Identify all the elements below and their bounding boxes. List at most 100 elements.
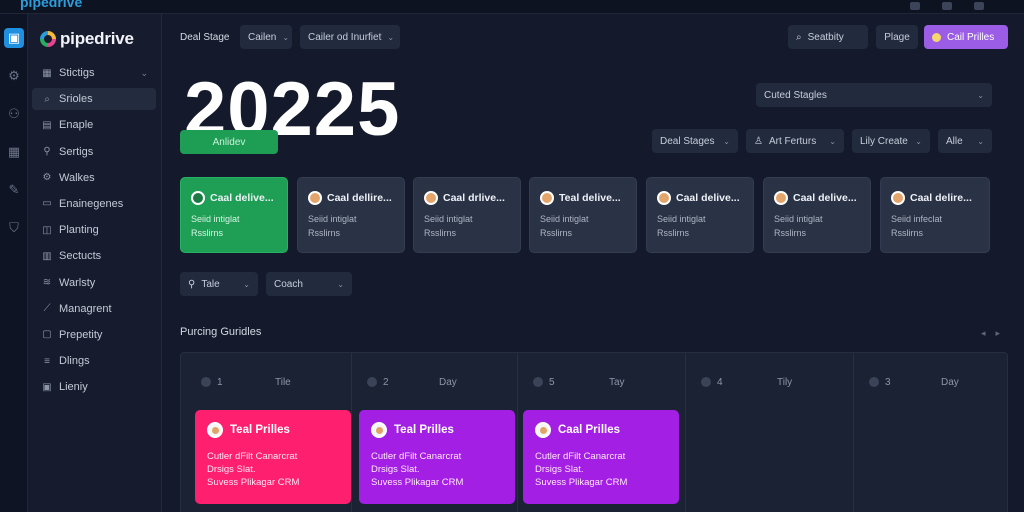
sidebar-item-srioles[interactable]: ⌕ Srioles xyxy=(32,88,156,111)
chevron-down-icon: ⌄ xyxy=(829,136,836,146)
page-button[interactable]: Plage xyxy=(876,25,918,49)
page-button-label: Plage xyxy=(884,31,910,43)
menu-icon[interactable] xyxy=(974,2,984,10)
deal-card[interactable]: Caal delire... Seiid infeclat Rsslirns xyxy=(880,177,990,253)
deal-card[interactable]: Caal dellire... Seiid intiglat Rsslirns xyxy=(297,177,405,253)
column-header[interactable]: 4 Tily xyxy=(701,367,841,397)
search-label: Seatbity xyxy=(807,31,844,43)
plus-icon xyxy=(932,32,941,42)
sidebar-item-sectucts[interactable]: ▥ Sectucts xyxy=(32,245,156,267)
card-line-1: Seiid intiglat xyxy=(191,214,240,224)
chevron-down-icon: ⌄ xyxy=(140,67,148,78)
column-divider xyxy=(517,353,518,512)
arrow-left-icon[interactable]: ◂ xyxy=(981,328,986,339)
sidebar-item-warlsty[interactable]: ≋ Warlsty xyxy=(32,272,156,294)
gear-icon[interactable]: ⚙ xyxy=(4,66,24,86)
shield-icon[interactable]: ⛉ xyxy=(4,218,24,238)
avatar xyxy=(891,191,905,205)
grid-icon: ▦ xyxy=(42,67,52,79)
card-line-1: Seiid intiglat xyxy=(774,214,823,224)
sidebar-item-walkes[interactable]: ⚙ Walkes xyxy=(32,167,156,189)
lily-create-dropdown[interactable]: Lily Create ⌄ xyxy=(852,129,930,153)
sidebar-item-planting[interactable]: ◫ Planting xyxy=(32,219,156,241)
green-action-button[interactable]: Anlidev xyxy=(180,130,278,154)
grid-icon[interactable]: ▦ xyxy=(4,142,24,162)
avatar xyxy=(535,422,551,438)
sorted-stages-dropdown[interactable]: Cuted Stagles ⌄ xyxy=(756,83,992,107)
sidebar-item-dlings[interactable]: ≡ Dlings xyxy=(32,350,156,372)
sidebar-item-label: Sectucts xyxy=(59,250,102,263)
deal-card[interactable]: Caal drlive... Seiid intiglat Rsslirns xyxy=(413,177,521,253)
sidebar-item-lieniy[interactable]: ▣ Lieniy xyxy=(32,376,156,398)
sidebar-item-enaple[interactable]: ▤ Enaple xyxy=(32,114,156,136)
sidebar-item-managrent[interactable]: ⟋ Managrent xyxy=(32,298,156,320)
deal-tile[interactable]: Teal Prilles Cutler dFilt Canarcrat Drsi… xyxy=(195,410,351,504)
deal-card[interactable]: Caal delive... Seiid intiglat Rsslirns xyxy=(646,177,754,253)
deal-line-2: Drsigs Slat. xyxy=(535,464,584,475)
chevron-down-icon: ⌄ xyxy=(387,32,395,42)
arrow-right-icon[interactable]: ▸ xyxy=(995,328,1000,339)
tale-dropdown[interactable]: ⚲ Tale ⌄ xyxy=(180,272,258,296)
card-line-2: Rsslirns xyxy=(657,228,690,238)
chevron-down-icon: ⌄ xyxy=(977,90,984,100)
sidebar-item-stictigs[interactable]: ▦ Stictigs ⌄ xyxy=(32,62,156,84)
user-icon[interactable] xyxy=(942,2,952,10)
stage-dot-icon xyxy=(201,377,211,387)
column-label: Day xyxy=(941,376,959,388)
column-header[interactable]: 2 Day xyxy=(367,367,507,397)
filter-dropdown-2[interactable]: Cailer od Inurfiet ⌄ xyxy=(300,25,400,49)
avatar xyxy=(424,191,438,205)
sidebar-item-sertigs[interactable]: ⚲ Sertigs xyxy=(32,141,156,163)
search-box[interactable]: ⌕ Seatbity xyxy=(788,25,868,49)
search-icon[interactable] xyxy=(910,2,920,10)
wifi-icon: ≋ xyxy=(42,277,52,288)
gear-icon: ⚙ xyxy=(42,172,52,184)
deal-stages-dropdown[interactable]: Deal Stages ⌄ xyxy=(652,129,738,153)
search-icon: ⌕ xyxy=(796,31,802,43)
filter-dropdown-1[interactable]: Cailen ⌄ xyxy=(240,25,292,49)
brand-logo[interactable]: pipedrive xyxy=(40,28,134,50)
stage-dot-icon xyxy=(367,377,377,387)
coach-label: Coach xyxy=(274,278,303,290)
sidebar: pipedrive ▦ Stictigs ⌄ ⌕ Srioles ▤ Enapl… xyxy=(28,14,162,512)
deal-cards-row: Caal delive... Seiid intiglat Rsslirns C… xyxy=(180,177,992,255)
deal-title: Caal Prilles xyxy=(558,424,621,436)
chevron-down-icon: ⌄ xyxy=(915,136,922,146)
column-label: Day xyxy=(439,376,457,388)
avatar xyxy=(774,191,788,205)
sidebar-item-label: Prepetity xyxy=(59,328,103,341)
deal-card[interactable]: Teal delive... Seiid intiglat Rsslirns xyxy=(529,177,637,253)
column-header[interactable]: 3 Day xyxy=(869,367,999,397)
stage-dot-icon xyxy=(533,377,543,387)
pipeline-board: 1 Tile 2 Day 5 Tay 4 Tily 3 Day Teal Pri… xyxy=(180,352,1008,512)
card-line-2: Rsslirns xyxy=(308,228,341,238)
people-icon[interactable]: ⚇ xyxy=(4,104,24,124)
sidebar-item-enainegenes[interactable]: ▭ Enainegenes xyxy=(32,193,156,215)
avatar xyxy=(191,191,205,205)
primary-button[interactable]: Cail Prilles xyxy=(924,25,1008,49)
avatar xyxy=(207,422,223,438)
alle-dropdown[interactable]: Alle ⌄ xyxy=(938,129,992,153)
deal-tile[interactable]: Teal Prilles Cutler dFilt Canarcrat Drsi… xyxy=(359,410,515,504)
column-header[interactable]: 1 Tile xyxy=(201,367,341,397)
deal-line-1: Cutler dFilt Canarcrat xyxy=(371,451,462,462)
deal-line-1: Cutler dFilt Canarcrat xyxy=(207,451,298,462)
deals-icon[interactable]: ▣ xyxy=(4,28,24,48)
chevron-down-icon: ⌄ xyxy=(282,32,290,42)
mail-icon: ▤ xyxy=(42,119,52,131)
stage-dot-icon xyxy=(701,377,711,387)
column-label: Tay xyxy=(609,376,625,388)
pen-icon[interactable]: ✎ xyxy=(4,180,24,200)
card-line-1: Seiid intiglat xyxy=(308,214,357,224)
deal-card[interactable]: Caal delive... Seiid intiglat Rsslirns xyxy=(763,177,871,253)
column-header[interactable]: 5 Tay xyxy=(533,367,673,397)
deal-card[interactable]: Caal delive... Seiid intiglat Rsslirns xyxy=(180,177,288,253)
card-title: Caal dellire... xyxy=(327,192,392,204)
sidebar-item-prepetity[interactable]: ▢ Prepetity xyxy=(32,324,156,346)
art-fertures-dropdown[interactable]: ♙ Art Ferturs ⌄ xyxy=(746,129,844,153)
deal-tile[interactable]: Caal Prilles Cutler dFilt Canarcrat Drsi… xyxy=(523,410,679,504)
card-line-2: Rsslirns xyxy=(774,228,807,238)
deal-stages-label: Deal Stages xyxy=(660,135,715,147)
pipedrive-logo-icon xyxy=(40,31,56,47)
coach-dropdown[interactable]: Coach ⌄ xyxy=(266,272,352,296)
